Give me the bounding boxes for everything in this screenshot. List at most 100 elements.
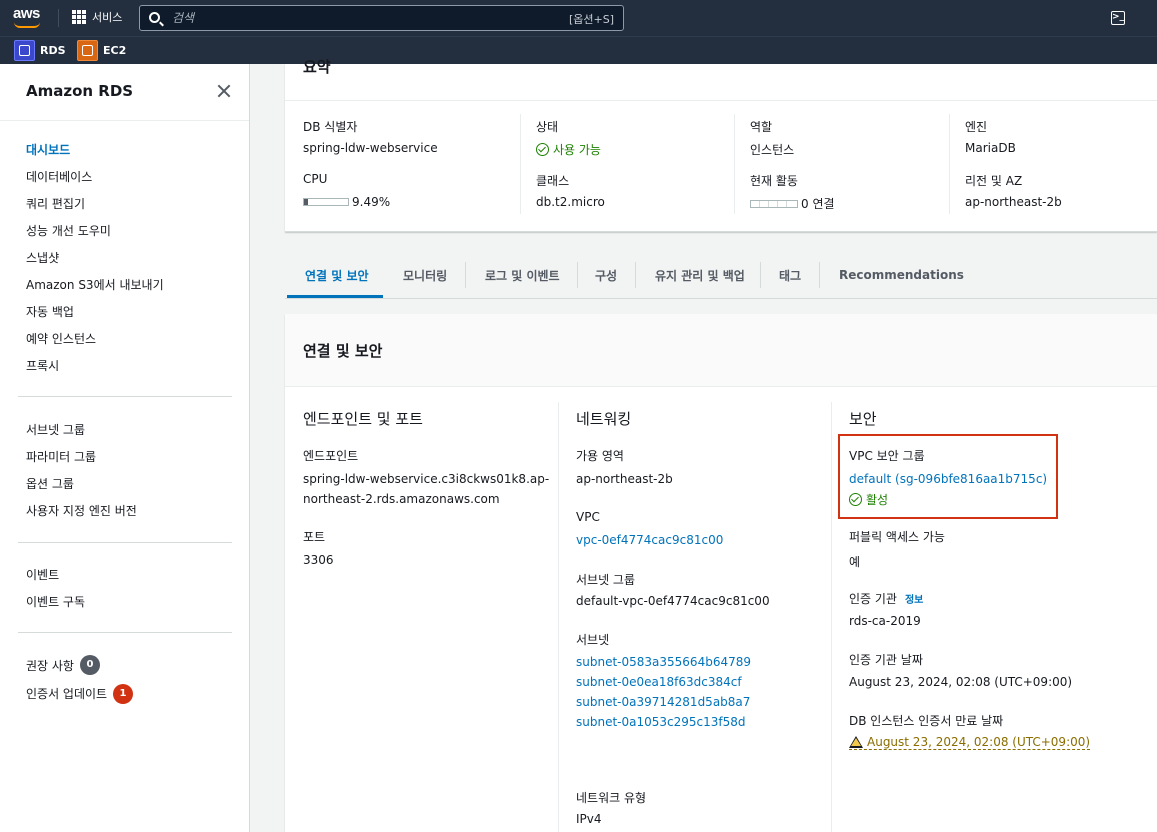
port-label: 포트 — [303, 530, 326, 544]
sidebar-item-proxies[interactable]: 프록시 — [26, 357, 59, 374]
search-input[interactable] — [172, 10, 552, 26]
aws-logo-text: aws — [13, 5, 40, 22]
role-value: 인스턴스 — [750, 143, 795, 157]
cert-expiry-label: DB 인스턴스 인증서 만료 날짜 — [849, 714, 1004, 728]
status-value: 사용 가능 — [553, 143, 601, 157]
tab-logs-events[interactable]: 로그 및 이벤트 — [467, 252, 578, 298]
sidebar-divider — [18, 542, 232, 543]
public-access-label: 퍼블릭 액세스 가능 — [849, 530, 945, 544]
top-navigation: aws 서비스 [옵션+S] >_ — [0, 0, 1157, 36]
tab-divider — [635, 262, 636, 288]
cpu-label: CPU — [303, 172, 328, 186]
sidebar-item-events[interactable]: 이벤트 — [26, 566, 59, 583]
tab-configuration[interactable]: 구성 — [577, 252, 635, 298]
favorite-rds[interactable]: RDS — [14, 40, 66, 61]
connectivity-security-panel: 연결 및 보안 엔드포인트 및 포트 엔드포인트 spring-ldw-webs… — [285, 314, 1157, 832]
cert-expiry-value: August 23, 2024, 02:08 (UTC+09:00) — [867, 735, 1091, 749]
ec2-icon — [77, 40, 98, 61]
status-label: 상태 — [536, 120, 559, 134]
favorite-ec2[interactable]: EC2 — [77, 40, 126, 61]
aws-logo[interactable]: aws — [13, 5, 43, 29]
status-value-row: 사용 가능 — [536, 141, 601, 158]
cpu-meter — [303, 198, 349, 206]
search-icon — [149, 12, 160, 23]
network-type-label: 네트워크 유형 — [576, 791, 647, 805]
sidebar-item-custom-engine-versions[interactable]: 사용자 지정 엔진 버전 — [26, 502, 137, 519]
availability-zone-value: ap-northeast-2b — [576, 472, 673, 486]
tab-monitoring[interactable]: 모니터링 — [385, 252, 465, 298]
certificate-authority-label-row: 인증 기관 정보 — [849, 590, 923, 607]
subnet-link[interactable]: subnet-0a39714281d5ab8a7 — [576, 695, 750, 709]
sidebar-item-databases[interactable]: 데이터베이스 — [26, 168, 92, 185]
aws-smile-icon — [14, 22, 40, 28]
cpu-value-row: 9.49% — [303, 195, 390, 209]
sidebar-item-event-subscriptions[interactable]: 이벤트 구독 — [26, 593, 85, 610]
db-identifier-label: DB 식별자 — [303, 120, 358, 134]
detail-tabs: 연결 및 보안 모니터링 로그 및 이벤트 구성 유지 관리 및 백업 태그 R… — [285, 252, 1157, 300]
subnets-label: 서브넷 — [576, 633, 610, 647]
grid-icon — [72, 10, 86, 24]
activity-label: 현재 활동 — [750, 174, 798, 188]
rds-icon — [14, 40, 35, 61]
services-menu-button[interactable]: 서비스 — [72, 9, 122, 25]
activity-value: 0 연결 — [801, 197, 835, 211]
sidebar-item-performance-insights[interactable]: 성능 개선 도우미 — [26, 222, 111, 239]
sidebar-item-reserved-instances[interactable]: 예약 인스턴스 — [26, 330, 96, 347]
cpu-value: 9.49% — [352, 195, 391, 209]
sidebar-item-dashboard[interactable]: 대시보드 — [26, 141, 70, 158]
favorite-ec2-label: EC2 — [103, 44, 127, 57]
highlight-box — [838, 434, 1058, 519]
sidebar-item-query-editor[interactable]: 쿼리 편집기 — [26, 195, 85, 212]
check-circle-icon — [536, 143, 549, 156]
vpc-label: VPC — [576, 510, 600, 524]
activity-value-row: 0 연결 — [750, 195, 835, 212]
sidebar-item-s3-export[interactable]: Amazon S3에서 내보내기 — [26, 276, 164, 293]
panel-header: 연결 및 보안 — [285, 314, 1157, 387]
endpoint-value-line1: spring-ldw-webservice.c3i8ckws01k8.ap- — [303, 472, 550, 486]
panel-title: 연결 및 보안 — [303, 342, 383, 360]
favorites-bar: RDS EC2 — [0, 36, 1157, 64]
endpoint-label: 엔드포인트 — [303, 449, 359, 463]
certificate-update-count-badge: 1 — [113, 684, 133, 704]
certificate-authority-value: rds-ca-2019 — [849, 614, 921, 628]
services-label: 서비스 — [92, 11, 123, 24]
vpc-link[interactable]: vpc-0ef4774cac9c81c00 — [576, 533, 723, 547]
sidebar: Amazon RDS 대시보드 데이터베이스 쿼리 편집기 성능 개선 도우미 … — [0, 64, 250, 832]
activity-meter — [750, 200, 798, 208]
role-label: 역할 — [750, 120, 773, 134]
class-label: 클래스 — [536, 174, 570, 188]
network-type-value: IPv4 — [576, 812, 602, 826]
sidebar-item-certificate-update[interactable]: 인증서 업데이트 — [26, 685, 107, 702]
sidebar-item-subnet-groups[interactable]: 서브넷 그룹 — [26, 421, 85, 438]
subnet-link[interactable]: subnet-0a1053c295c13f58d — [576, 715, 746, 729]
sidebar-item-option-groups[interactable]: 옵션 그룹 — [26, 475, 74, 492]
tab-divider — [819, 262, 820, 288]
sidebar-item-parameter-groups[interactable]: 파라미터 그룹 — [26, 448, 96, 465]
sidebar-item-snapshots[interactable]: 스냅샷 — [26, 249, 59, 266]
close-icon[interactable] — [216, 83, 232, 99]
cloudshell-icon[interactable]: >_ — [1111, 11, 1125, 25]
engine-value: MariaDB — [965, 141, 1016, 155]
subnet-group-label: 서브넷 그룹 — [576, 573, 636, 587]
tab-maintenance-backups[interactable]: 유지 관리 및 백업 — [637, 252, 763, 298]
subnet-link[interactable]: subnet-0583a355664b64789 — [576, 655, 751, 669]
search-box[interactable]: [옵션+S] — [139, 5, 624, 31]
certificate-authority-label: 인증 기관 — [849, 592, 897, 606]
networking-title: 네트워킹 — [576, 410, 632, 428]
column-divider — [558, 402, 559, 832]
summary-column-divider — [734, 114, 735, 214]
sidebar-item-automated-backups[interactable]: 자동 백업 — [26, 303, 74, 320]
subnet-link[interactable]: subnet-0e0ea18f63dc384cf — [576, 675, 742, 689]
info-link[interactable]: 정보 — [905, 595, 923, 606]
sidebar-item-recommendations[interactable]: 권장 사항 — [26, 657, 74, 674]
tab-tags[interactable]: 태그 — [761, 252, 819, 298]
summary-divider — [285, 100, 1157, 101]
recommendations-count-badge: 0 — [80, 655, 100, 675]
tab-recommendations[interactable]: Recommendations — [821, 252, 982, 298]
sidebar-divider — [18, 396, 232, 397]
subnet-group-value[interactable]: default-vpc-0ef4774cac9c81c00 — [576, 594, 770, 608]
cert-expiry-value-row[interactable]: August 23, 2024, 02:08 (UTC+09:00) — [849, 735, 1091, 750]
db-identifier-value: spring-ldw-webservice — [303, 141, 438, 155]
sidebar-header-divider — [0, 120, 249, 121]
tab-connectivity-security[interactable]: 연결 및 보안 — [287, 252, 387, 298]
